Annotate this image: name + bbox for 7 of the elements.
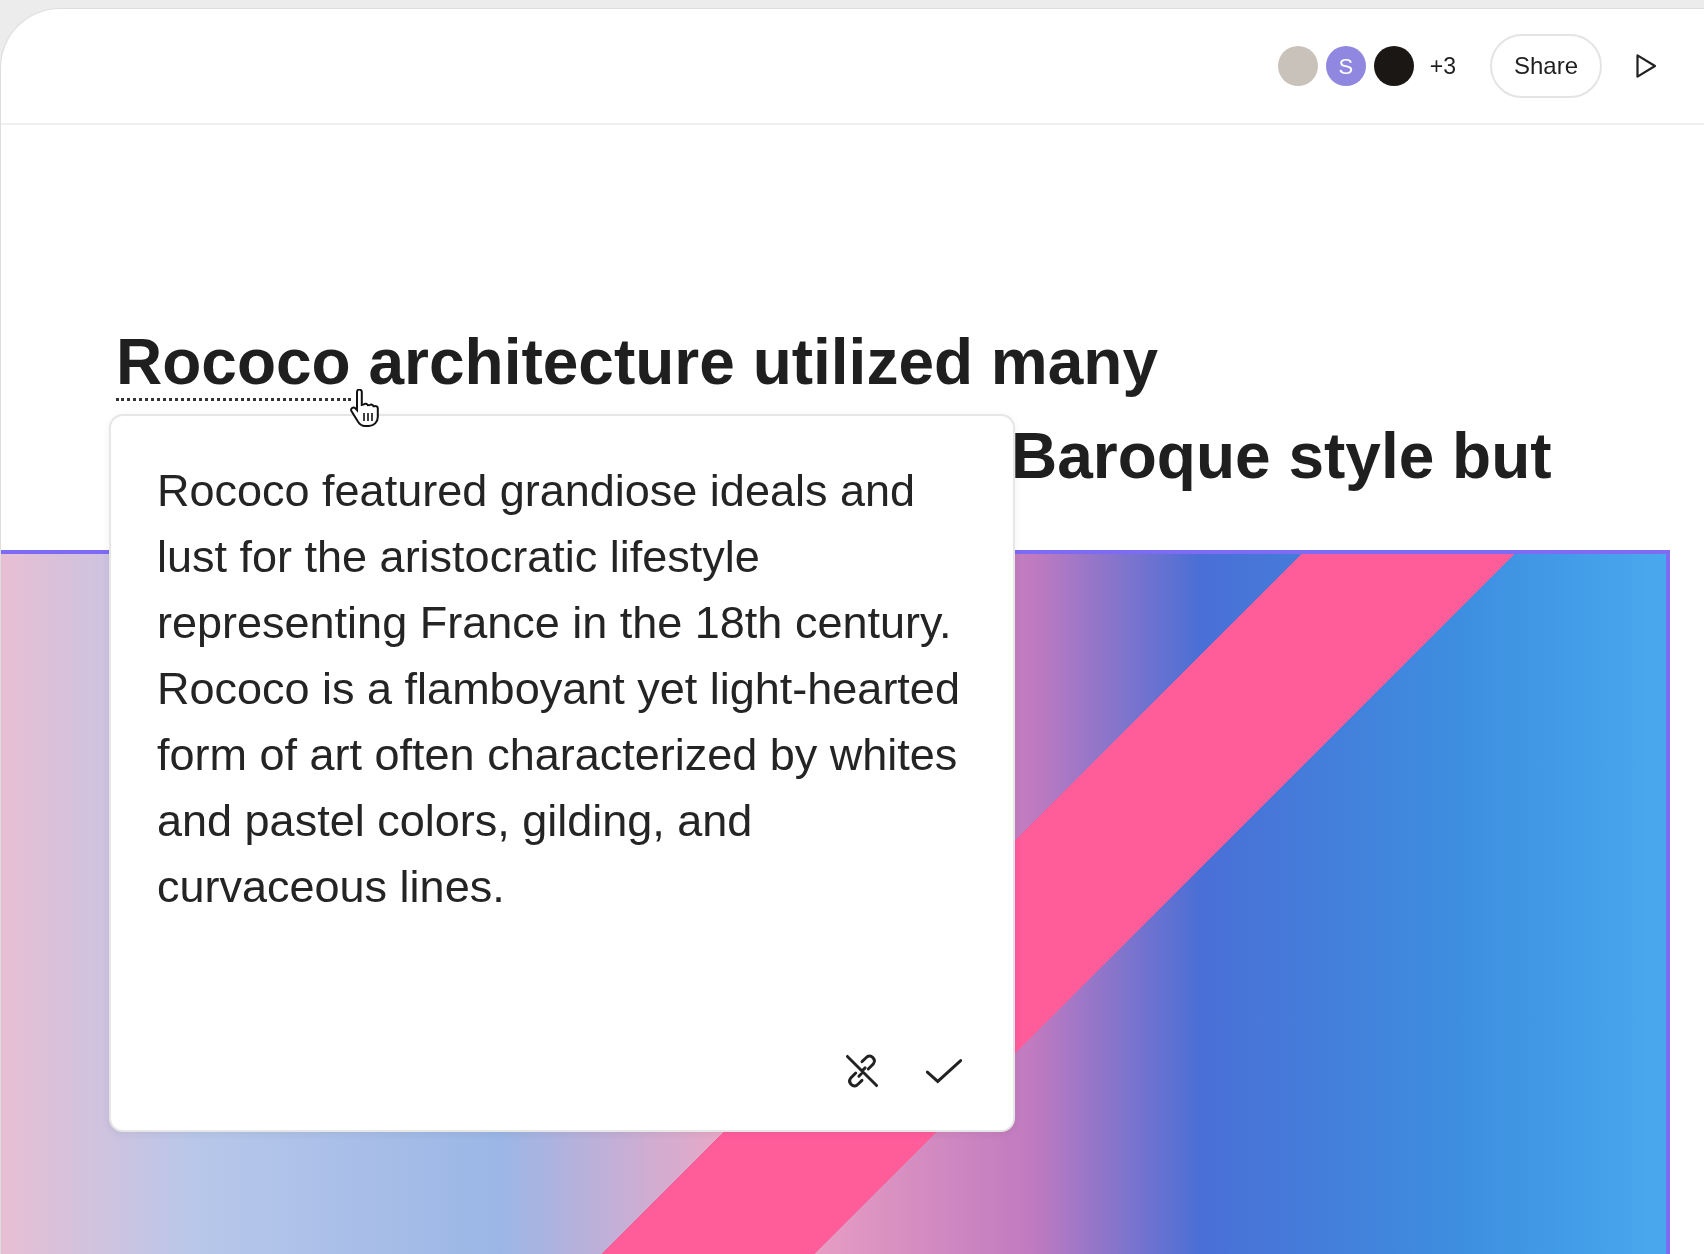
heading-text: Baroque style but: [1011, 420, 1552, 492]
user-avatar: S: [1325, 46, 1366, 86]
popover-text: Rococo featured grandiose ideals and lust for the aristocratic lifestyle representing France in the 18th century. Rococo is a flamboyant yet light-hearted form of art often characterized by whites and pastel colors, gilding, and curvaceous lines.: [157, 464, 961, 914]
heading-text: architecture utilized many: [367, 326, 1159, 398]
glossary-link[interactable]: Rococo: [116, 326, 351, 401]
more-users-count: +3: [1429, 51, 1456, 81]
share-button[interactable]: Share: [1489, 34, 1602, 98]
